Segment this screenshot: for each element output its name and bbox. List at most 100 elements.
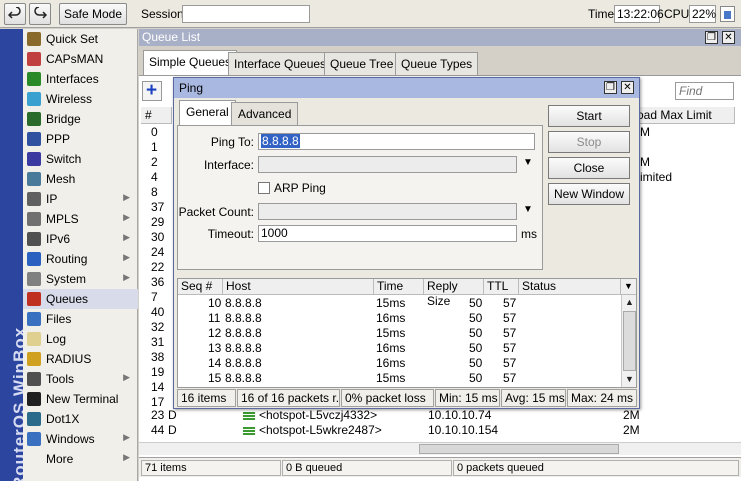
ping-result-row[interactable]: 12 8.8.8.8 15ms 50 57 xyxy=(178,326,621,341)
menu-item-ip[interactable]: IP ▶ xyxy=(23,189,138,209)
menu-item-mpls[interactable]: MPLS ▶ xyxy=(23,209,138,229)
stop-button[interactable]: Stop xyxy=(548,131,630,153)
menu-item-capsman[interactable]: CAPsMAN xyxy=(23,49,138,69)
menu-item-bridge[interactable]: Bridge xyxy=(23,109,138,129)
menu-item-ipv6[interactable]: IPv6 ▶ xyxy=(23,229,138,249)
interface-select[interactable] xyxy=(258,156,517,173)
row-number: 44 xyxy=(151,423,165,437)
packets-queued: 0 packets queued xyxy=(453,460,739,476)
column-host[interactable]: Host xyxy=(223,279,374,295)
safe-mode-button[interactable]: Safe Mode xyxy=(59,3,127,25)
menu-item-windows[interactable]: Windows ▶ xyxy=(23,429,138,449)
results-scrollbar[interactable]: ▲ ▼ xyxy=(621,295,636,387)
time-value: 16ms xyxy=(376,356,406,370)
column-max-limit[interactable]: oad Max Limit xyxy=(633,107,735,124)
scroll-up-icon[interactable]: ▲ xyxy=(622,295,636,310)
menu-item-ppp[interactable]: PPP xyxy=(23,129,138,149)
bytes-queued: 0 B queued xyxy=(282,460,452,476)
column-ttl[interactable]: TTL xyxy=(484,279,519,295)
ping-result-row[interactable]: 13 8.8.8.8 16ms 50 57 xyxy=(178,341,621,356)
tab-interface-queues[interactable]: Interface Queues xyxy=(228,52,333,75)
ping-close-dialog-button[interactable]: Close xyxy=(548,157,630,179)
menu-item-mesh[interactable]: Mesh xyxy=(23,169,138,189)
interface-dropdown-icon[interactable]: ▼ xyxy=(523,157,533,168)
row-number: 2 xyxy=(151,155,158,169)
column-reply-size[interactable]: Reply Size xyxy=(424,279,484,308)
tab-general[interactable]: General xyxy=(179,100,236,126)
packets-received: 16 of 16 packets r... xyxy=(237,389,340,407)
menu-item-quick-set[interactable]: Quick Set xyxy=(23,29,138,49)
arp-ping-checkbox[interactable] xyxy=(258,182,270,194)
ping-result-row[interactable]: 10 8.8.8.8 15ms 50 57 xyxy=(178,296,621,311)
timeout-input[interactable]: 1000 xyxy=(258,225,517,242)
new-window-button[interactable]: New Window xyxy=(548,183,630,205)
ping-result-row[interactable]: 11 8.8.8.8 16ms 50 57 xyxy=(178,311,621,326)
menu-item-log[interactable]: Log xyxy=(23,329,138,349)
column-status[interactable]: Status xyxy=(519,279,621,295)
tab-simple-queues[interactable]: Simple Queues xyxy=(143,50,238,76)
row-number: 19 xyxy=(151,365,165,379)
time-value: 15ms xyxy=(376,326,406,340)
scrollbar-thumb[interactable] xyxy=(623,311,636,371)
table-row[interactable]: 23 D 10.10.10.74 2M <hotspot-L5vczj4332> xyxy=(139,408,741,423)
columns-menu-icon[interactable]: ▼ xyxy=(621,279,636,295)
table-row[interactable]: 44 D 10.10.10.154 2M <hotspot-L5wkre2487> xyxy=(139,423,741,438)
menu-item-label: Mesh xyxy=(46,172,76,186)
lock-indicator xyxy=(720,6,735,22)
ping-result-row[interactable]: 15 8.8.8.8 15ms 50 57 xyxy=(178,371,621,386)
ping-result-row[interactable]: 14 8.8.8.8 16ms 50 57 xyxy=(178,356,621,371)
restore-button[interactable]: ❐ xyxy=(705,31,718,44)
session-input[interactable] xyxy=(182,5,310,23)
find-input[interactable] xyxy=(675,82,734,100)
ping-titlebar[interactable]: Ping ❐ ✕ xyxy=(174,78,639,98)
tab-queue-types[interactable]: Queue Types xyxy=(395,52,479,75)
restore-icon: ❐ xyxy=(606,82,615,93)
menu-item-system[interactable]: System ▶ xyxy=(23,269,138,289)
menu-item-label: System xyxy=(46,272,87,286)
menu-item-radius[interactable]: RADIUS xyxy=(23,349,138,369)
packet-count-input[interactable] xyxy=(258,203,517,220)
add-queue-button[interactable]: + xyxy=(142,80,162,101)
menu-item-more[interactable]: More ▶ xyxy=(23,449,138,469)
menu-item-new-terminal[interactable]: New Terminal xyxy=(23,389,138,409)
menu-item-queues[interactable]: Queues xyxy=(23,289,138,309)
ping-to-label: Ping To: xyxy=(210,135,254,149)
redo-button[interactable] xyxy=(29,3,51,25)
column-seq[interactable]: Seq # xyxy=(178,279,223,295)
menu-item-label: Queues xyxy=(46,292,89,306)
menu-item-wireless[interactable]: Wireless xyxy=(23,89,138,109)
menu-item-routing[interactable]: Routing ▶ xyxy=(23,249,138,269)
wireless-icon xyxy=(27,92,41,106)
undo-button[interactable] xyxy=(4,3,26,25)
submenu-arrow-icon: ▶ xyxy=(123,372,130,382)
ping-to-input[interactable]: 8.8.8.8 xyxy=(258,133,535,150)
menu-item-label: Files xyxy=(46,312,72,326)
menu-item-tools[interactable]: Tools ▶ xyxy=(23,369,138,389)
packet-count-dropdown-icon[interactable]: ▼ xyxy=(523,204,533,215)
menu-item-switch[interactable]: Switch xyxy=(23,149,138,169)
max-limit-value: M xyxy=(640,155,650,169)
seq-value: 15 xyxy=(208,371,222,385)
row-flag: D xyxy=(168,423,177,437)
column-time[interactable]: Time xyxy=(374,279,424,295)
tab-advanced[interactable]: Advanced xyxy=(231,102,299,125)
scroll-down-icon[interactable]: ▼ xyxy=(622,372,636,387)
ping-restore-button[interactable]: ❐ xyxy=(604,81,617,94)
queue-list-statusbar: 71 items 0 B queued 0 packets queued xyxy=(139,457,741,477)
menu-item-files[interactable]: Files xyxy=(23,309,138,329)
menu-item-dot1x[interactable]: Dot1X xyxy=(23,409,138,429)
start-button[interactable]: Start xyxy=(548,105,630,127)
tab-queue-tree[interactable]: Queue Tree xyxy=(324,52,400,75)
max-limit-value: imited xyxy=(640,170,673,184)
tools-icon xyxy=(27,372,41,386)
menu-item-interfaces[interactable]: Interfaces xyxy=(23,69,138,89)
row-number: 8 xyxy=(151,185,158,199)
submenu-arrow-icon: ▶ xyxy=(123,192,130,202)
ping-close-button[interactable]: ✕ xyxy=(621,81,634,94)
queue-list-titlebar[interactable]: Queue List ❐ ✕ xyxy=(139,29,741,46)
top-toolbar: Safe Mode Session: Time: 13:22:06 CPU: 2… xyxy=(0,0,741,28)
column-number[interactable]: # xyxy=(141,107,172,124)
close-button[interactable]: ✕ xyxy=(722,31,735,44)
horizontal-scrollbar[interactable] xyxy=(139,442,741,455)
scrollbar-thumb[interactable] xyxy=(419,444,619,454)
